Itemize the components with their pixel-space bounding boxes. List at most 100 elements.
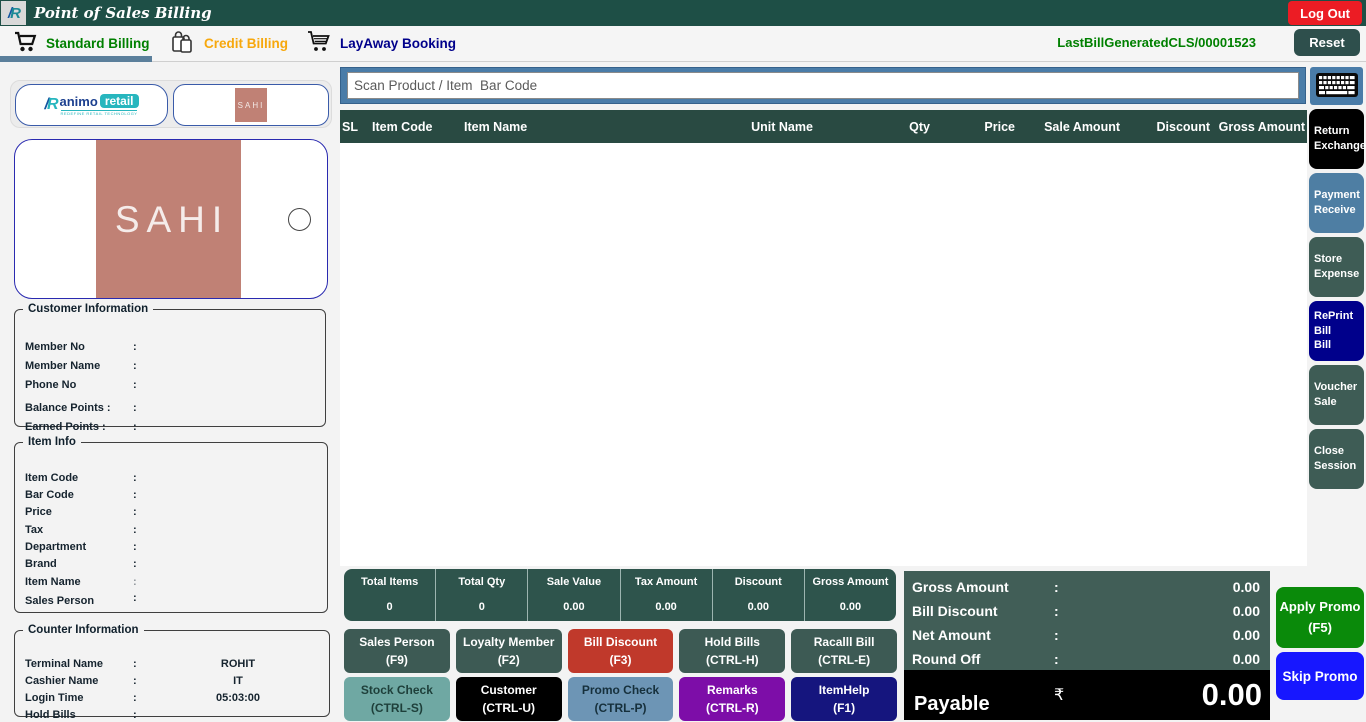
hold-bills-button[interactable]: Hold Bills(CTRL-H) xyxy=(679,629,785,673)
cashier-name-row: Cashier Name:IT xyxy=(25,675,321,687)
reset-button[interactable]: Reset xyxy=(1294,29,1360,56)
column-header-item-code[interactable]: Item Code xyxy=(370,120,462,134)
payable-value: 0.00 xyxy=(1114,677,1270,713)
balance-points-row: Balance Points :: xyxy=(25,402,317,414)
apply-promo-button[interactable]: Apply Promo(F5) xyxy=(1276,587,1364,648)
close-session-button[interactable]: CloseSession xyxy=(1309,429,1364,489)
skip-promo-button[interactable]: Skip Promo xyxy=(1276,652,1364,700)
tab-label: LayAway Booking xyxy=(340,36,456,51)
column-header-qty[interactable]: Qty xyxy=(852,120,932,134)
column-header-sale-amount[interactable]: Sale Amount xyxy=(1017,120,1122,134)
item-info-panel: Item Info Item Code: Bar Code: Price: Ta… xyxy=(14,436,328,613)
stock-check-button[interactable]: Stock Check(CTRL-S) xyxy=(344,677,450,721)
brand-logo-strip: /R animo retail REDEFINE RETAIL TECHNOLO… xyxy=(10,80,332,128)
app-logo-icon: /R xyxy=(1,1,26,25)
home-button-icon xyxy=(288,208,311,231)
column-header-gross-amount[interactable]: Gross Amount xyxy=(1212,120,1307,134)
terminal-name-row: Terminal Name:ROHIT xyxy=(25,658,321,670)
payable-panel: Payable ₹ 0.00 xyxy=(904,670,1270,720)
hold-bills-row: Hold Bills: xyxy=(25,709,321,721)
sales-person-button[interactable]: Sales Person(F9) xyxy=(344,629,450,673)
store-banner: SAHI xyxy=(96,140,241,299)
tab-label: Standard Billing xyxy=(46,36,150,51)
tax-row: Tax: xyxy=(25,524,319,536)
total-items-cell: Total Items0 xyxy=(344,569,436,621)
tab-label: Credit Billing xyxy=(204,36,288,51)
tab-credit-billing[interactable]: Credit Billing xyxy=(170,28,288,58)
bill-summary-panel: Gross Amount:0.00 Bill Discount:0.00 Net… xyxy=(904,571,1270,670)
total-qty-cell: Total Qty0 xyxy=(436,569,528,621)
member-no-row: Member No: xyxy=(25,341,317,353)
payment-receive-button[interactable]: PaymentReceive xyxy=(1309,173,1364,233)
last-bill-generated-text: LastBillGeneratedCLS/00001523 xyxy=(1057,35,1256,50)
customer-information-panel: Customer Information Member No: Member N… xyxy=(14,303,326,427)
sales-person-row: Sales Person: xyxy=(25,595,319,607)
animo-name: animo xyxy=(60,95,98,108)
column-header-discount[interactable]: Discount xyxy=(1122,120,1212,134)
logout-button[interactable]: Log Out xyxy=(1288,1,1362,25)
gross-amount-row: Gross Amount:0.00 xyxy=(904,575,1270,599)
loyalty-member-button[interactable]: Loyalty Member(F2) xyxy=(456,629,562,673)
reprint-bill-button[interactable]: RePrint BillBill xyxy=(1309,301,1364,361)
tax-amount-cell: Tax Amount0.00 xyxy=(621,569,713,621)
item-name-row: Item Name: xyxy=(25,576,319,588)
barcode-scan-input[interactable] xyxy=(347,72,1299,99)
store-logo-card: SAHI xyxy=(173,84,329,126)
cart-icon xyxy=(14,31,38,56)
member-name-row: Member Name: xyxy=(25,360,317,372)
items-table-body[interactable] xyxy=(340,143,1307,566)
store-expense-button[interactable]: StoreExpense xyxy=(1309,237,1364,297)
item-help-button[interactable]: ItemHelp(F1) xyxy=(791,677,897,721)
item-info-legend: Item Info xyxy=(23,436,81,448)
gross-amount-cell: Gross Amount0.00 xyxy=(805,569,896,621)
return-exchange-button[interactable]: ReturnExchange xyxy=(1309,109,1364,169)
column-header-item-name[interactable]: Item Name xyxy=(462,120,712,134)
tab-bar: Standard Billing Credit Billing LayAway … xyxy=(0,26,1366,62)
items-table-header: SL Item Code Item Name Unit Name Qty Pri… xyxy=(340,110,1307,143)
bill-totals-strip: Total Items0 Total Qty0 Sale Value0.00 T… xyxy=(344,569,896,621)
store-banner-text: SAHI xyxy=(108,199,229,241)
round-off-row: Round Off:0.00 xyxy=(904,647,1270,671)
column-header-price[interactable]: Price xyxy=(932,120,1017,134)
earned-points-row: Earned Points :: xyxy=(25,421,317,433)
app-title: Point of Sales Billing xyxy=(34,4,212,22)
rupee-icon: ₹ xyxy=(1054,685,1114,705)
virtual-keyboard-button[interactable] xyxy=(1310,67,1363,105)
column-header-sl[interactable]: SL xyxy=(340,120,370,134)
side-action-column: ReturnExchange PaymentReceive StoreExpen… xyxy=(1309,109,1364,489)
payable-label: Payable xyxy=(904,693,1054,720)
counter-information-legend: Counter Information xyxy=(23,624,144,636)
voucher-sale-button[interactable]: VoucherSale xyxy=(1309,365,1364,425)
net-amount-row: Net Amount:0.00 xyxy=(904,623,1270,647)
active-tab-indicator xyxy=(0,56,152,62)
bill-discount-button[interactable]: Bill Discount(F3) xyxy=(568,629,674,673)
animo-monogram-icon: /R xyxy=(45,96,57,114)
recall-bill-button[interactable]: Racalll Bill(CTRL-E) xyxy=(791,629,897,673)
brand-row: Brand: xyxy=(25,558,319,570)
scan-bar xyxy=(340,67,1306,104)
counter-information-panel: Counter Information Terminal Name:ROHIT … xyxy=(14,624,330,717)
keyboard-icon xyxy=(1315,72,1359,101)
title-bar: /R Point of Sales Billing Log Out xyxy=(0,0,1366,26)
animo-retail-pill: retail xyxy=(100,94,139,108)
discount-cell: Discount0.00 xyxy=(713,569,805,621)
column-header-unit-name[interactable]: Unit Name xyxy=(712,120,852,134)
promo-check-button[interactable]: Promo Check(CTRL-P) xyxy=(568,677,674,721)
tab-layaway-booking[interactable]: LayAway Booking xyxy=(306,28,456,58)
function-button-row-1: Sales Person(F9) Loyalty Member(F2) Bill… xyxy=(344,629,897,673)
bar-code-row: Bar Code: xyxy=(25,489,319,501)
item-code-row: Item Code: xyxy=(25,472,319,484)
tab-standard-billing[interactable]: Standard Billing xyxy=(14,28,150,58)
department-row: Department: xyxy=(25,541,319,553)
function-button-row-2: Stock Check(CTRL-S) Customer(CTRL-U) Pro… xyxy=(344,677,897,721)
price-row: Price: xyxy=(25,506,319,518)
cart-icon xyxy=(306,30,332,56)
login-time-row: Login Time:05:03:00 xyxy=(25,692,321,704)
sale-value-cell: Sale Value0.00 xyxy=(528,569,620,621)
bill-discount-row: Bill Discount:0.00 xyxy=(904,599,1270,623)
customer-button[interactable]: Customer(CTRL-U) xyxy=(456,677,562,721)
remarks-button[interactable]: Remarks(CTRL-R) xyxy=(679,677,785,721)
customer-information-legend: Customer Information xyxy=(23,303,153,315)
shopping-bags-icon xyxy=(170,29,196,58)
customer-display-preview: SAHI xyxy=(14,139,328,299)
